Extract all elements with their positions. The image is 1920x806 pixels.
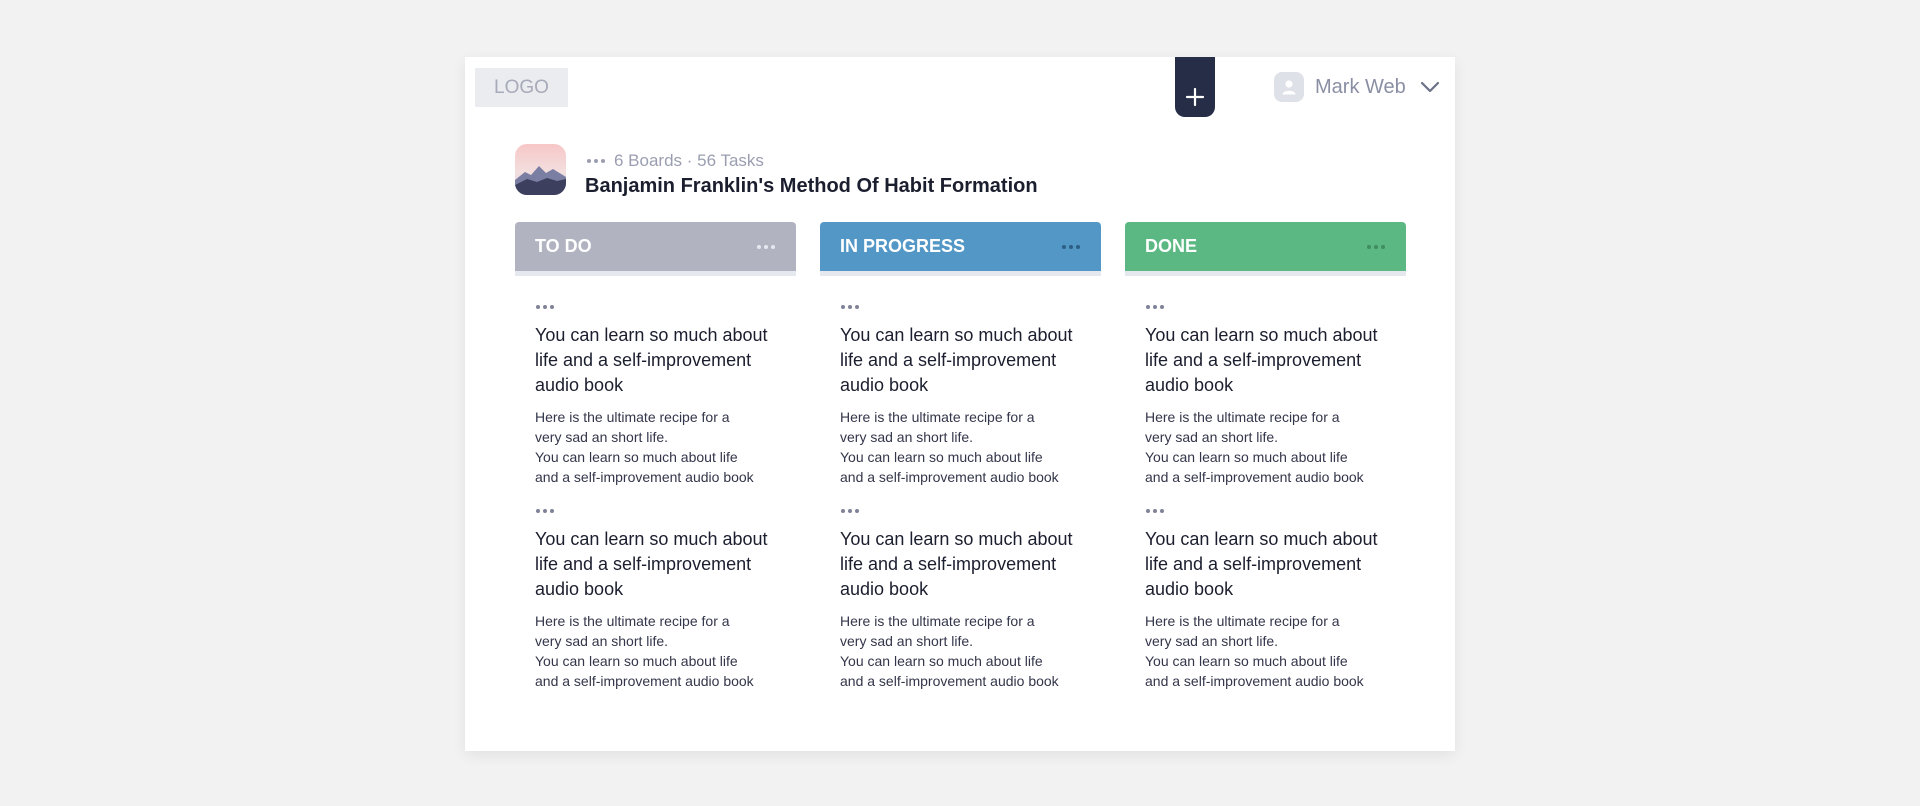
column-title: DONE (1145, 236, 1198, 256)
task-description: Here is the ultimate recipe for a very s… (535, 409, 754, 485)
more-dots-icon[interactable] (1061, 244, 1081, 250)
more-dots-icon[interactable] (756, 244, 776, 250)
more-dots-icon[interactable] (840, 507, 1081, 515)
task-card[interactable]: You can learn so much about life and a s… (1125, 303, 1406, 487)
more-dots-icon[interactable] (535, 303, 776, 311)
task-title: You can learn so much about life and a s… (840, 529, 1073, 599)
more-dots-icon[interactable] (586, 158, 606, 164)
column-header-in-progress[interactable]: IN PROGRESS (820, 222, 1101, 276)
logo[interactable]: LOGO (475, 68, 568, 107)
more-dots-icon[interactable] (1145, 303, 1386, 311)
more-dots-icon[interactable] (1145, 507, 1386, 515)
task-title: You can learn so much about life and a s… (535, 529, 768, 599)
task-card[interactable]: You can learn so much about life and a s… (515, 303, 796, 487)
plus-icon (1185, 87, 1205, 107)
more-dots-icon[interactable] (1366, 244, 1386, 250)
task-description: Here is the ultimate recipe for a very s… (840, 409, 1059, 485)
add-board-button[interactable] (1175, 57, 1215, 117)
board-thumbnail (515, 144, 566, 195)
column-header-done[interactable]: DONE (1125, 222, 1406, 276)
board-stats: 6 Boards · 56 Tasks (614, 151, 764, 170)
chevron-down-icon[interactable] (1420, 81, 1440, 93)
more-dots-icon[interactable] (840, 303, 1081, 311)
user-name: Mark Web (1315, 75, 1406, 98)
column-header-todo[interactable]: TO DO (515, 222, 796, 276)
column-title: TO DO (535, 236, 592, 256)
task-card[interactable]: You can learn so much about life and a s… (820, 303, 1101, 487)
task-description: Here is the ultimate recipe for a very s… (535, 613, 754, 689)
task-card[interactable]: You can learn so much about life and a s… (515, 507, 796, 691)
task-description: Here is the ultimate recipe for a very s… (840, 613, 1059, 689)
column-title: IN PROGRESS (840, 236, 966, 256)
more-dots-icon[interactable] (535, 507, 776, 515)
task-title: You can learn so much about life and a s… (1145, 325, 1378, 395)
user-menu[interactable]: Mark Web (1274, 71, 1440, 103)
column-done: DONE You can learn so much about life an… (1125, 222, 1406, 691)
task-title: You can learn so much about life and a s… (535, 325, 768, 395)
task-card[interactable]: You can learn so much about life and a s… (820, 507, 1101, 691)
board-meta: 6 Boards · 56 Tasks (586, 151, 764, 171)
board-card: LOGO Mark Web 6 Boards · 56 Tasks Banjam… (465, 57, 1455, 751)
column-todo: TO DO You can learn so much about life a… (515, 222, 796, 691)
task-description: Here is the ultimate recipe for a very s… (1145, 613, 1364, 689)
task-card[interactable]: You can learn so much about life and a s… (1125, 507, 1406, 691)
task-description: Here is the ultimate recipe for a very s… (1145, 409, 1364, 485)
task-title: You can learn so much about life and a s… (840, 325, 1073, 395)
column-in-progress: IN PROGRESS You can learn so much about … (820, 222, 1101, 691)
user-avatar-icon (1274, 72, 1304, 102)
task-title: You can learn so much about life and a s… (1145, 529, 1378, 599)
board-title: Banjamin Franklin's Method Of Habit Form… (585, 175, 1038, 197)
